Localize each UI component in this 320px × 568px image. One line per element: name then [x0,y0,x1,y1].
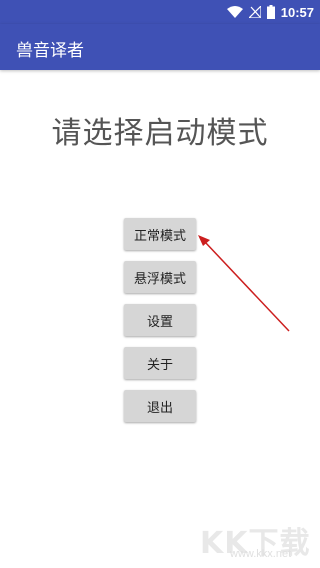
watermark-url: www.kkx.net [230,548,292,560]
annotation-arrow [198,235,290,332]
